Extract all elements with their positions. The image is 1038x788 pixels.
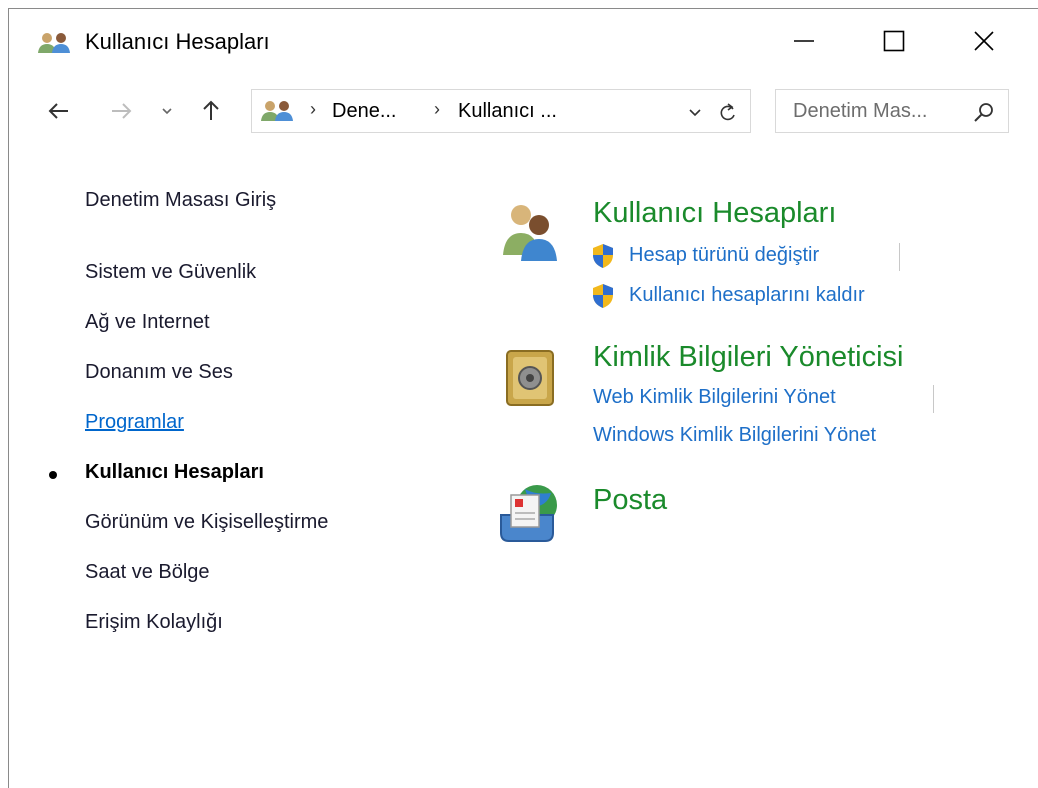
sidebar-item-appearance[interactable]: Görünüm ve Kişiselleştirme [85, 511, 328, 534]
address-dropdown-button[interactable] [682, 100, 708, 124]
users-icon [261, 101, 293, 121]
chevron-down-icon [689, 109, 701, 117]
minimize-button[interactable] [759, 9, 849, 73]
left-navigation-pane: Denetim Masası Giriş Sistem ve Güvenlik … [9, 151, 469, 751]
user-accounts-title[interactable]: Kullanıcı Hesapları [593, 197, 836, 230]
change-account-type-link[interactable]: Hesap türünü değiştir [629, 244, 819, 267]
back-button[interactable] [41, 93, 77, 129]
search-box[interactable]: Denetim Mas... [775, 89, 1009, 133]
sidebar-item-system-security[interactable]: Sistem ve Güvenlik [85, 261, 256, 284]
current-item-bullet [49, 471, 57, 479]
sidebar-item-ease-of-access[interactable]: Erişim Kolaylığı [85, 611, 223, 634]
refresh-button[interactable] [714, 98, 742, 126]
refresh-icon [720, 103, 735, 121]
credential-vault-icon[interactable] [495, 341, 565, 411]
arrow-left-icon [48, 103, 68, 119]
sidebar-item-network-internet[interactable]: Ağ ve Internet [85, 311, 210, 334]
forward-button[interactable] [103, 93, 139, 129]
breadcrumb-separator-icon[interactable]: › [310, 99, 316, 120]
link-separator [933, 385, 934, 413]
arrow-up-icon [203, 100, 219, 120]
sidebar-item-user-accounts[interactable]: Kullanıcı Hesapları [85, 461, 264, 484]
arrow-right-icon [112, 103, 132, 119]
up-button[interactable] [193, 93, 229, 129]
uac-shield-icon [593, 284, 613, 308]
navigation-bar: › Dene... › Kullanıcı ... Denetim Mas... [9, 75, 1038, 151]
user-accounts-icon[interactable] [495, 195, 565, 265]
close-icon [974, 31, 994, 51]
mail-icon[interactable] [495, 475, 565, 545]
title-bar[interactable]: Kullanıcı Hesapları [9, 9, 1038, 75]
remove-user-accounts-link[interactable]: Kullanıcı hesaplarını kaldır [629, 284, 865, 307]
link-separator [899, 243, 900, 271]
manage-web-credentials-link[interactable]: Web Kimlik Bilgilerini Yönet [593, 386, 836, 409]
uac-shield-icon [593, 244, 613, 268]
sidebar-item-programs[interactable]: Programlar [85, 411, 184, 434]
maximize-button[interactable] [849, 9, 939, 73]
control-panel-window: Kullanıcı Hesapları › Dene... › Kullanıc… [8, 8, 1038, 788]
address-bar[interactable]: › Dene... › Kullanıcı ... [251, 89, 751, 133]
maximize-icon [883, 30, 905, 52]
sidebar-item-clock-region[interactable]: Saat ve Bölge [85, 561, 210, 584]
sidebar-item-hardware-sound[interactable]: Donanım ve Ses [85, 361, 233, 384]
breadcrumb-control-panel[interactable]: Dene... [332, 100, 396, 123]
breadcrumb-separator-icon[interactable]: › [434, 99, 440, 120]
credential-manager-title[interactable]: Kimlik Bilgileri Yöneticisi [593, 341, 904, 374]
minimize-icon [794, 40, 814, 42]
search-icon[interactable] [972, 100, 996, 124]
manage-windows-credentials-link[interactable]: Windows Kimlik Bilgilerini Yönet [593, 424, 876, 447]
close-button[interactable] [939, 9, 1029, 73]
breadcrumb-user-accounts[interactable]: Kullanıcı ... [458, 100, 557, 123]
search-placeholder[interactable]: Denetim Mas... [793, 100, 927, 123]
mail-title[interactable]: Posta [593, 484, 667, 517]
sidebar-item-control-panel-home[interactable]: Denetim Masası Giriş [85, 189, 276, 212]
recent-locations-button[interactable] [155, 93, 179, 129]
window-title: Kullanıcı Hesapları [85, 29, 270, 54]
chevron-down-icon [162, 108, 172, 115]
users-icon [38, 33, 70, 53]
